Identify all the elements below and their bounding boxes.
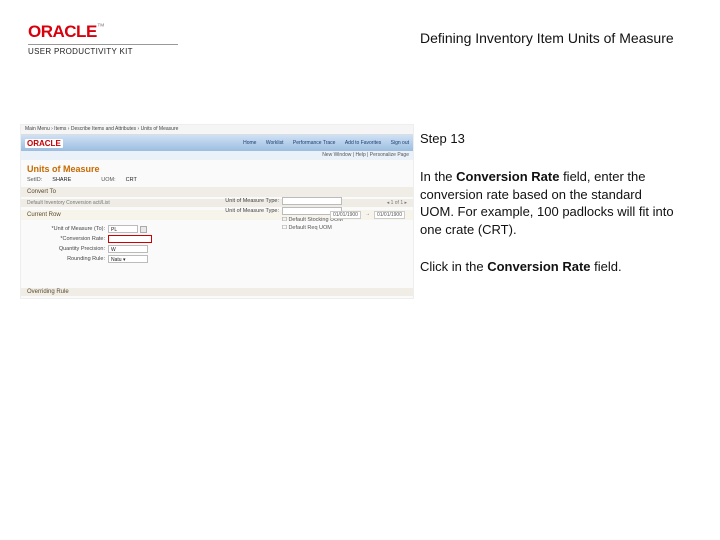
default-req-checkbox[interactable]: ☐ Default Req UOM <box>282 225 332 231</box>
field-uom-type-1: Unit of Measure Type: <box>201 197 343 205</box>
date-from[interactable]: 01/01/1900 <box>330 211 361 219</box>
app-nav-links: Home Worklist Performance Trace Add to F… <box>235 140 409 146</box>
app-brand: ORACLE <box>25 139 63 148</box>
trademark-symbol: ™ <box>97 22 105 31</box>
field-def-stock: ☐ Default Stocking UOM <box>201 217 343 223</box>
setid-value: SHARE <box>52 177 71 183</box>
nav-home[interactable]: Home <box>243 140 256 146</box>
uom-type-input[interactable] <box>282 197 342 205</box>
radio-in-bu[interactable]: In this BU <box>83 298 112 299</box>
field-uom-type-2: Unit of Measure Type: <box>201 207 343 215</box>
form-title: Units of Measure <box>21 160 413 176</box>
qty-precision-select[interactable]: W <box>108 245 148 253</box>
section-overriding: Overriding Rule <box>21 288 413 296</box>
nav-addfav[interactable]: Add to Favorites <box>345 140 381 146</box>
header-fields: SetID: SHARE UOM: CRT <box>21 176 413 184</box>
conversion-rate-input[interactable] <box>108 235 152 243</box>
logo-divider <box>28 44 178 45</box>
radio-across-bu[interactable]: Across all BU <box>27 298 65 299</box>
conversion-rate-label: *Conversion Rate: <box>27 236 105 242</box>
field-rounding-rule: Rounding Rule: Natu ▾ <box>27 255 407 263</box>
qty-precision-label: Quantity Precision: <box>27 246 105 252</box>
uom-label: UOM: <box>101 177 115 183</box>
lookup-icon[interactable] <box>140 226 147 233</box>
nav-signout[interactable]: Sign out <box>391 140 409 146</box>
brand-subtitle: USER PRODUCTIVITY KIT <box>28 47 178 56</box>
p2-post: field. <box>591 259 622 274</box>
uom-type-label: Unit of Measure Type: <box>201 198 279 204</box>
browser-breadcrumb: Main Menu › Items › Describe Items and A… <box>21 125 413 135</box>
setid-label: SetID: <box>27 177 42 183</box>
app-subnav: New Window | Help | Personalize Page <box>21 151 413 160</box>
to-uom-label: *Unit of Measure (To): <box>27 226 105 232</box>
uom-value: CRT <box>126 177 137 183</box>
nav-performance[interactable]: Performance Trace <box>293 140 336 146</box>
app-screenshot: Main Menu › Items › Describe Items and A… <box>20 124 414 299</box>
p1-pre: In the <box>420 169 456 184</box>
form-right-column: Unit of Measure Type: Unit of Measure Ty… <box>201 195 343 233</box>
page-title: Defining Inventory Item Units of Measure <box>420 30 674 46</box>
field-conversion-rate: *Conversion Rate: <box>27 235 407 243</box>
step-label: Step 13 <box>420 130 678 148</box>
rounding-rule-select[interactable]: Natu ▾ <box>108 255 148 263</box>
app-header: ORACLE Home Worklist Performance Trace A… <box>21 135 413 151</box>
brand-wordmark: ORACLE <box>28 22 97 41</box>
nav-worklist[interactable]: Worklist <box>266 140 284 146</box>
p1-bold: Conversion Rate <box>456 169 559 184</box>
date-to[interactable]: 01/01/1900 <box>374 211 405 219</box>
rounding-rule-label: Rounding Rule: <box>27 256 105 262</box>
override-radios: Across all BU In this BU No Override <box>21 296 413 299</box>
to-uom-input[interactable]: PL <box>108 225 138 233</box>
instruction-paragraph-2: Click in the Conversion Rate field. <box>420 258 678 276</box>
uom-type2-label: Unit of Measure Type: <box>201 208 279 214</box>
brand-logo: ORACLE™ USER PRODUCTIVITY KIT <box>28 22 178 56</box>
field-qty-precision: Quantity Precision: W <box>27 245 407 253</box>
grid-left-text: Default Inventory Conversion acti/List <box>27 200 110 206</box>
p2-pre: Click in the <box>420 259 487 274</box>
field-def-req: ☐ Default Req UOM <box>201 225 343 231</box>
grid-nav-icons: ◂ 1 of 1 ▸ <box>387 200 407 206</box>
instruction-paragraph-1: In the Conversion Rate field, enter the … <box>420 168 678 238</box>
radio-no-override[interactable]: No Override <box>129 298 164 299</box>
p2-bold: Conversion Rate <box>487 259 590 274</box>
date-range: 01/01/1900 → 01/01/1900 <box>330 211 405 219</box>
